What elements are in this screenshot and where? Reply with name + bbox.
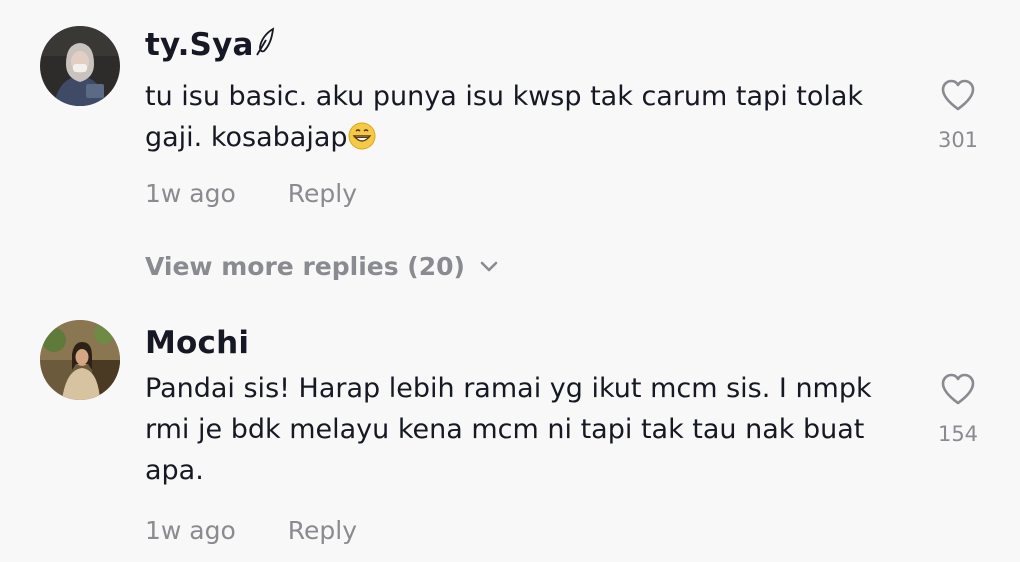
view-more-replies-button[interactable]: View more replies (20) — [145, 252, 499, 281]
like-button[interactable]: 301 — [934, 78, 982, 152]
chevron-down-icon — [480, 261, 498, 271]
like-count: 154 — [937, 422, 979, 446]
like-count: 301 — [937, 128, 979, 152]
comment-time: 1w ago — [145, 179, 236, 208]
comment-item: ty.Sya tu isu basic. aku punya isu kwsp … — [0, 0, 1020, 300]
comment-item: Mochi Pandai sis! Harap lebih ramai yg i… — [0, 318, 1020, 562]
reply-button[interactable]: Reply — [288, 516, 357, 545]
heart-icon — [941, 373, 975, 405]
heart-icon — [941, 79, 975, 111]
avatar[interactable] — [40, 320, 120, 400]
comment-username[interactable]: ty.Sya — [145, 27, 276, 63]
comment-username[interactable]: Mochi — [145, 325, 249, 361]
reply-button[interactable]: Reply — [288, 179, 357, 208]
comment-text: Pandai sis! Harap lebih ramai yg ikut mc… — [145, 373, 872, 486]
comment-meta: 1w ago Reply — [145, 179, 357, 208]
grinning-face-emoji — [348, 122, 376, 150]
comment-time: 1w ago — [145, 516, 236, 545]
feather-icon — [255, 27, 274, 56]
comment-meta: 1w ago Reply — [145, 516, 357, 545]
view-more-replies-label: View more replies (20) — [145, 252, 465, 281]
like-button[interactable]: 154 — [934, 372, 982, 446]
avatar[interactable] — [40, 26, 120, 106]
comment-text: tu isu basic. aku punya isu kwsp tak car… — [145, 81, 864, 153]
